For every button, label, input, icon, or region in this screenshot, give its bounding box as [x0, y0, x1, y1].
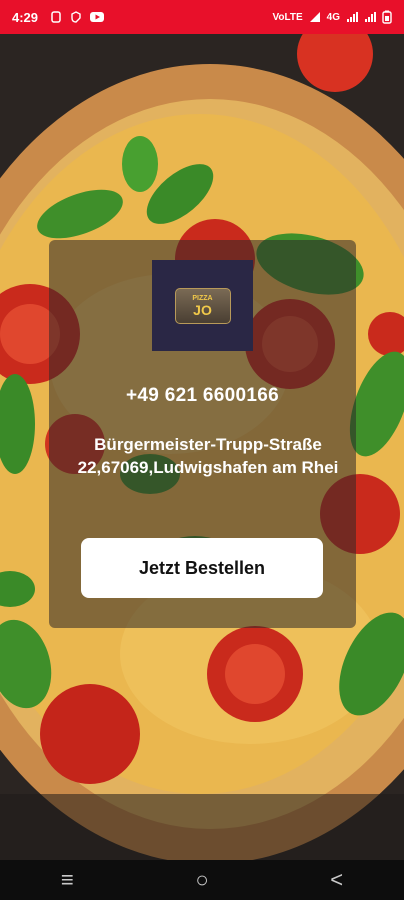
- status-left-icons: [50, 11, 105, 23]
- shield-icon: [71, 11, 81, 23]
- address-text: Bürgermeister-Trupp-Straße 22,67069,Ludw…: [77, 435, 339, 477]
- restaurant-logo: PIZZA JO: [152, 260, 253, 351]
- signal-icon: [309, 12, 320, 22]
- volte-label: VoLTE: [272, 11, 303, 23]
- notification-icon: [51, 11, 61, 23]
- signal-icon-2: [347, 12, 358, 22]
- logo-badge: PIZZA JO: [174, 287, 231, 324]
- status-time: 4:29: [12, 9, 39, 25]
- order-now-button[interactable]: Jetzt Bestellen: [81, 538, 323, 598]
- logo-bottom-text: JO: [193, 301, 212, 318]
- restaurant-info-card: PIZZA JO +49 621 6600166 Bürgermeister-T…: [49, 240, 356, 628]
- status-right-icons: VoLTE 4G: [272, 10, 392, 24]
- back-icon[interactable]: <: [330, 867, 343, 893]
- status-bar: 4:29 VoLTE 4G: [0, 0, 404, 34]
- signal-icon-3: [365, 12, 376, 22]
- recents-icon[interactable]: ≡: [61, 867, 74, 893]
- battery-icon: [382, 10, 392, 24]
- network-label: 4G: [326, 11, 340, 23]
- phone-number[interactable]: +49 621 6600166: [49, 385, 356, 407]
- home-icon[interactable]: ○: [195, 867, 208, 893]
- youtube-icon: [90, 12, 105, 22]
- navigation-bar: ≡ ○ <: [0, 860, 404, 900]
